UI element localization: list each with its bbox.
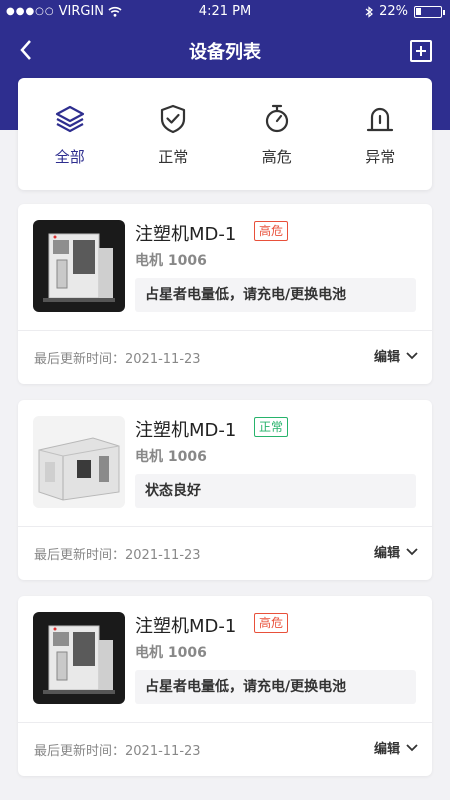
device-image	[33, 612, 125, 704]
card-divider	[18, 526, 432, 527]
device-subtitle: 电机 1006	[135, 645, 207, 661]
battery-icon	[414, 5, 445, 18]
device-name: 注塑机MD-1	[135, 224, 237, 245]
status-badge: 正常	[254, 417, 289, 437]
chevron-down-icon	[406, 743, 418, 751]
edit-button[interactable]: 编辑	[374, 542, 418, 561]
filter-normal[interactable]: 正常	[122, 78, 226, 190]
status-badge: 高危	[254, 221, 289, 241]
status-filter-bar: 全部 正常 高危 异常	[18, 78, 432, 190]
filter-normal-label: 正常	[158, 148, 189, 166]
device-image	[33, 416, 125, 508]
device-card[interactable]: 注塑机MD-1 正常 电机 1006 状态良好 最后更新时间：2021-11-2…	[18, 400, 432, 580]
shield-check-icon	[156, 102, 190, 136]
edit-button[interactable]: 编辑	[374, 738, 418, 757]
edit-label: 编辑	[373, 742, 400, 757]
device-status-message: 占星者电量低，请充电/更换电池	[135, 278, 416, 312]
edit-label: 编辑	[373, 350, 400, 365]
warning-light-icon	[363, 102, 397, 136]
edit-button[interactable]: 编辑	[374, 346, 418, 365]
last-update-time: 最后更新时间：2021-11-23	[34, 548, 201, 563]
filter-high-risk-label: 高危	[261, 148, 292, 166]
device-image	[33, 220, 125, 312]
filter-abnormal-label: 异常	[365, 148, 396, 166]
device-status-message: 占星者电量低，请充电/更换电池	[135, 670, 416, 704]
filter-abnormal[interactable]: 异常	[329, 78, 433, 190]
device-name: 注塑机MD-1	[135, 420, 237, 441]
navigation-bar: 设备列表	[0, 24, 450, 76]
filter-all[interactable]: 全部	[18, 78, 122, 190]
add-button[interactable]	[410, 40, 432, 62]
stopwatch-icon	[260, 102, 294, 136]
last-update-time: 最后更新时间：2021-11-23	[34, 352, 201, 367]
device-subtitle: 电机 1006	[135, 449, 207, 465]
layers-icon	[53, 102, 87, 136]
card-divider	[18, 330, 432, 331]
last-update-time: 最后更新时间：2021-11-23	[34, 744, 201, 759]
status-right: 22%	[365, 4, 445, 19]
device-card[interactable]: 注塑机MD-1 高危 电机 1006 占星者电量低，请充电/更换电池 最后更新时…	[18, 204, 432, 384]
page-title: 设备列表	[189, 42, 261, 63]
status-badge: 高危	[254, 613, 289, 633]
filter-high-risk[interactable]: 高危	[225, 78, 329, 190]
device-status-message: 状态良好	[135, 474, 416, 508]
filter-all-label: 全部	[54, 148, 85, 166]
edit-label: 编辑	[373, 546, 400, 561]
chevron-down-icon	[406, 351, 418, 359]
status-bar: ●●●○○ VIRGIN 4:21 PM 22%	[0, 0, 450, 24]
add-square-icon	[416, 46, 426, 56]
card-divider	[18, 722, 432, 723]
device-subtitle: 电机 1006	[135, 253, 207, 269]
battery-percent: 22%	[379, 4, 408, 19]
device-name: 注塑机MD-1	[135, 616, 237, 637]
device-card[interactable]: 注塑机MD-1 高危 电机 1006 占星者电量低，请充电/更换电池 最后更新时…	[18, 596, 432, 776]
bluetooth-icon	[365, 5, 374, 18]
chevron-down-icon	[406, 547, 418, 555]
